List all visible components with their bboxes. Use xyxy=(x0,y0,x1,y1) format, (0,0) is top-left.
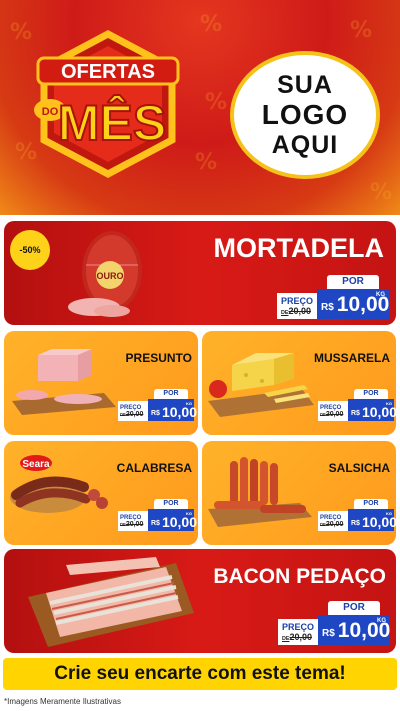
price-tag: PREÇO DE20,00 POR R$ 10,00 KG xyxy=(318,389,396,421)
svg-text:OFERTAS: OFERTAS xyxy=(61,61,155,83)
product-card-mussarela[interactable]: MUSSARELA PREÇO DE20,00 POR R$ 10,00 KG xyxy=(202,331,396,435)
mussarela-image xyxy=(208,353,314,417)
product-name: SALSICHA xyxy=(328,461,390,475)
product-card-presunto[interactable]: PRESUNTO PREÇO DE20,00 POR R$ 10,00 KG xyxy=(4,331,198,435)
price-tag: PREÇO DE20,00 POR R$ 10,00 KG xyxy=(118,389,197,421)
calabresa-image: Seara xyxy=(10,455,108,513)
price-tag: PREÇO DE20,00 POR R$ 10,00 KG xyxy=(277,275,389,319)
discount-badge: -50% xyxy=(10,230,50,270)
cta-banner[interactable]: Crie seu encarte com este tema! xyxy=(3,658,397,690)
price-tag: PREÇO DE20,00 POR R$ 10,00 KG xyxy=(118,499,197,531)
logo-line-2: LOGO xyxy=(261,99,349,130)
svg-text:OURO: OURO xyxy=(97,271,124,281)
svg-text:DO: DO xyxy=(42,106,59,118)
logo-placeholder: SUA LOGO AQUI xyxy=(230,51,380,179)
price-tag: PREÇO DE20,00 POR R$ 10,00 KG xyxy=(278,601,390,645)
presunto-image xyxy=(12,349,116,415)
product-name: MORTADELA xyxy=(213,233,384,263)
cta-text: Crie seu encarte com este tema! xyxy=(54,663,346,684)
ofertas-do-mes-badge: OFERTAS DO MÊS xyxy=(34,30,180,178)
product-card-salsicha[interactable]: SALSICHA PREÇO DE20,00 POR R$ 10,00 KG xyxy=(202,441,396,545)
product-name: PRESUNTO xyxy=(125,351,192,365)
product-card-mortadela[interactable]: -50% OURO MORTADELA PREÇO DE20,00 POR R$… xyxy=(4,221,396,325)
header-banner: % % % % % % % OFERTAS DO MÊS SUA LOGO AQ… xyxy=(0,0,400,215)
price-tag: PREÇO DE20,00 POR R$ 10,00 KG xyxy=(318,499,396,531)
svg-text:Seara: Seara xyxy=(22,459,50,470)
product-name: MUSSARELA xyxy=(313,351,390,365)
bacon-image xyxy=(28,557,194,647)
salsicha-image xyxy=(208,457,312,527)
logo-line-1: SUA xyxy=(277,71,333,99)
disclaimer-note: *Imagens Meramente Ilustrativas xyxy=(4,697,121,706)
product-card-calabresa[interactable]: Seara CALABRESA PREÇO DE20,00 POR R$ 10,… xyxy=(4,441,198,545)
mortadela-image: OURO xyxy=(68,231,142,317)
product-card-bacon[interactable]: BACON PEDAÇO PREÇO DE20,00 POR R$ 10,00 … xyxy=(4,549,396,653)
product-name: CALABRESA xyxy=(116,461,192,475)
product-name: BACON PEDAÇO xyxy=(213,565,386,588)
svg-text:MÊS: MÊS xyxy=(58,95,166,151)
logo-line-3: AQUI xyxy=(271,131,339,159)
